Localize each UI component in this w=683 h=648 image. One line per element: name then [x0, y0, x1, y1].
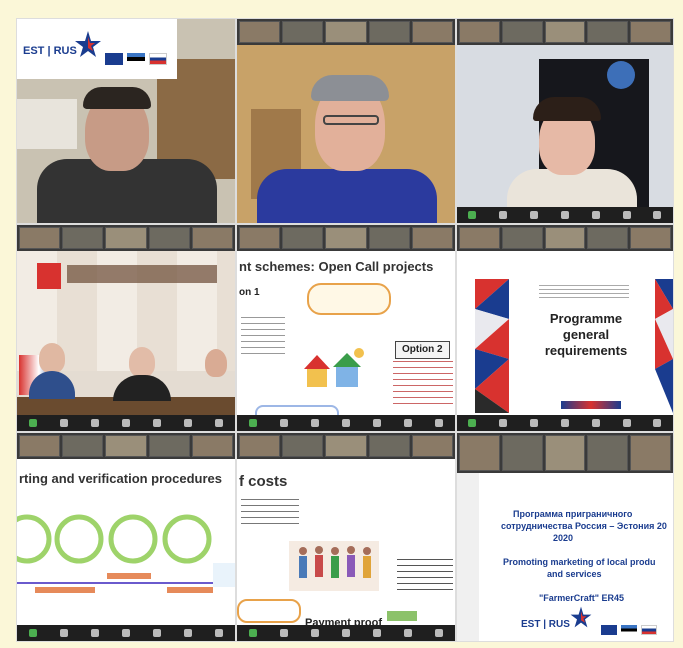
star-logo-icon	[75, 31, 101, 57]
thumbnail-strip	[237, 19, 455, 45]
eu-flag-icon	[105, 53, 123, 65]
geometric-pattern-left	[475, 279, 509, 413]
slide-title-line-3: requirements	[544, 343, 628, 358]
logo-text: EST | RUS	[23, 45, 77, 57]
estonia-flag-icon	[127, 53, 145, 65]
slide-title-line-1: Programme	[549, 311, 623, 326]
banner-logo	[37, 263, 61, 289]
meeting-toolbar	[237, 415, 455, 431]
slide-line-5: and services	[547, 569, 602, 579]
slide-line-3: 2020	[553, 533, 574, 543]
participant-hair	[83, 87, 151, 109]
russia-flag-icon	[641, 625, 657, 635]
shared-slide-farmercraft[interactable]: Программа приграничного сотрудничества Р…	[456, 432, 674, 642]
people-illustration-icon	[289, 541, 379, 591]
whiteboard	[17, 99, 77, 149]
option-2-bullets	[393, 361, 453, 407]
banner-title	[67, 265, 217, 283]
meeting-toolbar	[17, 415, 235, 431]
slide-heading: nt schemes: Open Call projects	[239, 259, 434, 274]
participant-video-1[interactable]: EST | RUS	[16, 18, 236, 224]
thumbnail-strip	[457, 433, 673, 473]
participant-video-4[interactable]	[16, 224, 236, 432]
participant-center	[129, 347, 155, 377]
star-logo-icon	[570, 606, 592, 628]
slide-small-header	[539, 285, 629, 299]
slide-footer-logos	[561, 401, 621, 409]
russia-flag-icon	[149, 53, 167, 65]
globe-icon	[607, 61, 635, 89]
thumbnail-strip	[457, 225, 673, 251]
slide-line-4: Promoting marketing of local produ	[503, 557, 656, 567]
meeting-toolbar	[237, 625, 455, 641]
participant-video-3[interactable]	[456, 18, 674, 224]
participant-hair	[533, 97, 601, 121]
slide-line-2: сотрудничества Россия – Эстония 20	[501, 521, 667, 531]
arrow-bubble	[237, 599, 301, 623]
participant-hair	[311, 75, 389, 101]
money-icon	[387, 611, 417, 621]
houses-illustration-icon	[304, 348, 364, 387]
slide-heading: f costs	[239, 473, 288, 490]
eu-flag-icon	[601, 625, 617, 635]
glasses	[323, 115, 379, 125]
meeting-toolbar	[457, 207, 673, 223]
participant-right	[205, 349, 227, 377]
thumbnail-strip	[237, 433, 455, 459]
video-conference-grid: EST | RUS nt schemes: Open Call projects…	[16, 18, 674, 642]
bullet-list	[397, 559, 453, 595]
thumbnail-strip	[237, 225, 455, 251]
program-logo: EST | RUS	[17, 19, 177, 79]
shared-slide-requirements[interactable]: Programme general requirements	[456, 224, 674, 432]
thumbnail-strip	[17, 225, 235, 251]
shared-slide-reporting[interactable]: rting and verification procedures	[16, 432, 236, 642]
slide-line-1: Программа приграничного	[513, 509, 633, 519]
participant-body	[257, 169, 437, 223]
shared-slide-open-call[interactable]: nt schemes: Open Call projects on 1 Opti…	[236, 224, 456, 432]
participant-center-body	[113, 375, 171, 401]
estonia-flag-icon	[621, 625, 637, 635]
logo-text: EST | RUS	[521, 619, 570, 630]
slide-title-line-2: general	[562, 327, 610, 342]
slide-heading: rting and verification procedures	[19, 471, 222, 486]
thumbnail-strip	[17, 433, 235, 459]
process-flow-diagram	[17, 514, 235, 593]
meeting-toolbar	[457, 415, 673, 431]
slide-text-block	[241, 317, 285, 357]
thumbnail-strip	[457, 19, 673, 45]
option-2-label: Option 2	[395, 341, 450, 359]
slide-left-margin	[457, 473, 479, 641]
program-logo-bottom: EST | RUS	[517, 601, 673, 641]
cloud-bubble	[307, 283, 391, 315]
participant-left	[39, 343, 65, 373]
option-1-label: on 1	[239, 287, 260, 298]
geometric-pattern-right	[655, 279, 673, 413]
slide-text-block	[241, 499, 299, 525]
shared-slide-costs[interactable]: f costs Payment proof	[236, 432, 456, 642]
meeting-toolbar	[17, 625, 235, 641]
participant-video-2[interactable]	[236, 18, 456, 224]
